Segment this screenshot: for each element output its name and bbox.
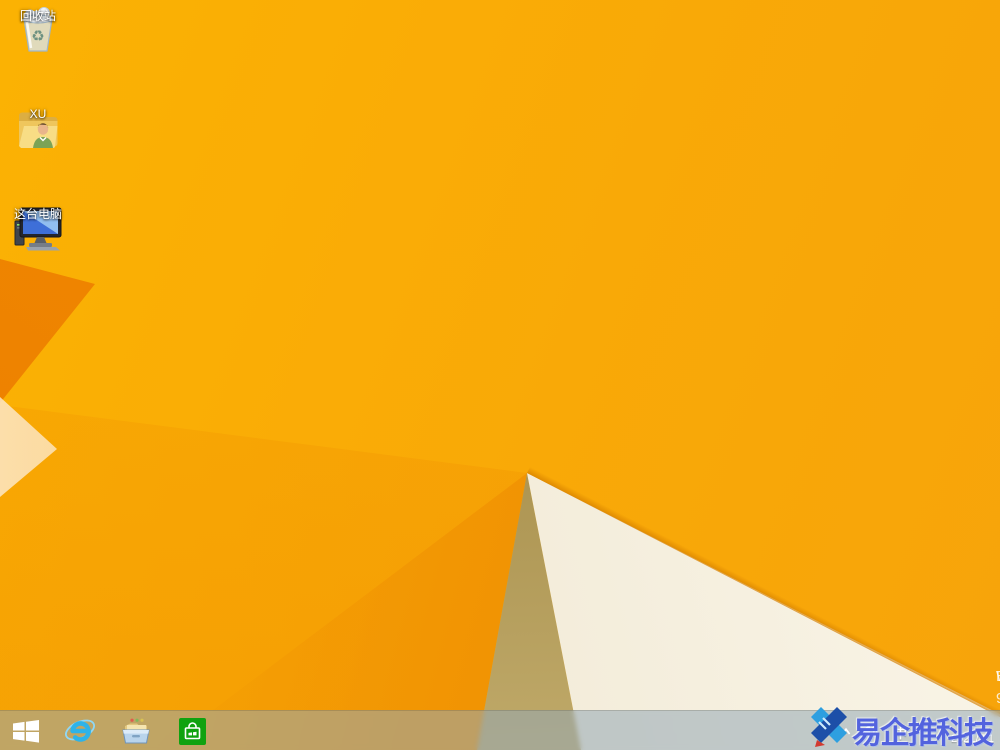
internet-explorer-icon	[65, 719, 95, 742]
desktop[interactable]: ♻ 回收站 XU 这台电脑 中 2021/7/1 易企推科技	[0, 0, 1000, 750]
windows-logo-icon	[13, 719, 39, 743]
taskbar-app-windows-store[interactable]	[164, 711, 220, 750]
icon-label: XU	[29, 107, 47, 121]
icon-label: 这台电脑	[13, 207, 62, 221]
taskbar-app-internet-explorer[interactable]	[52, 711, 108, 750]
svg-text:♻: ♻	[31, 27, 44, 45]
icon-label: 回收站	[19, 9, 56, 23]
brand-logo-icon	[811, 707, 847, 747]
windows-store-icon	[178, 717, 206, 745]
taskbar-app-file-explorer[interactable]	[108, 711, 164, 750]
brand-watermark: 易企推科技	[806, 703, 1000, 750]
brand-watermark-text: 易企推科技	[852, 717, 994, 750]
file-explorer-icon	[122, 718, 150, 743]
start-button[interactable]	[0, 711, 52, 750]
